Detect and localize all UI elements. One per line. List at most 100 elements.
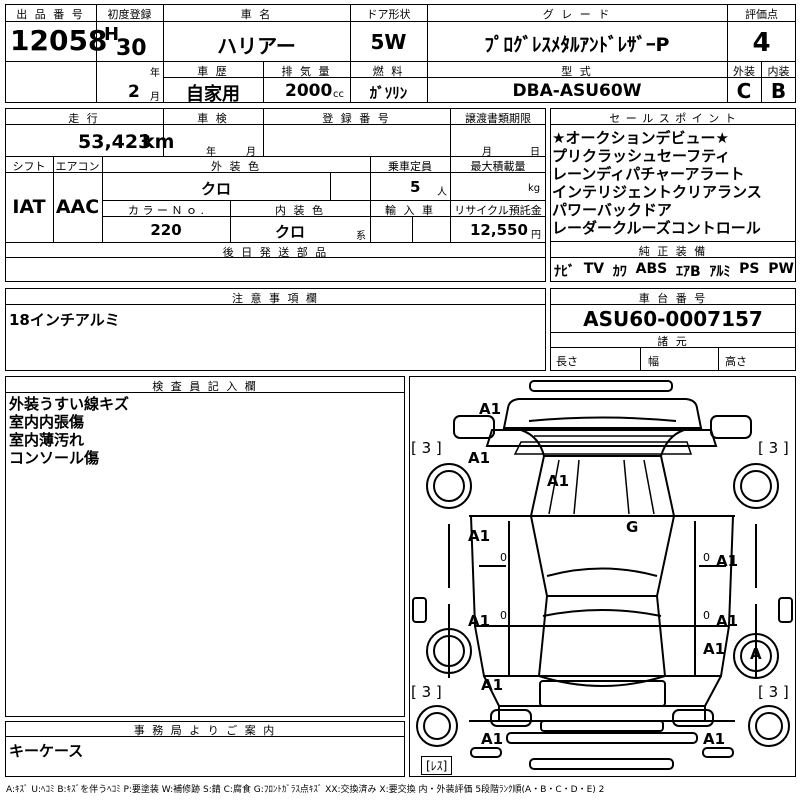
capacity-unit: 人 bbox=[437, 187, 447, 198]
max-load-label: 最大積載量 bbox=[470, 160, 526, 173]
sales-point: プリクラッシュセーフティ bbox=[552, 147, 731, 165]
displacement-label: 排 気 量 bbox=[281, 65, 332, 78]
door-label: ドア形状 bbox=[366, 8, 411, 21]
width-label: 幅 bbox=[648, 355, 659, 368]
exterior-grade: C bbox=[736, 79, 752, 103]
ext-color-label: 外 装 色 bbox=[211, 160, 261, 173]
equipment-leather: ｶﾜ bbox=[612, 264, 627, 280]
mileage-label: 走 行 bbox=[68, 112, 100, 125]
transfer-month-unit: 月 bbox=[482, 147, 492, 158]
score: 4 bbox=[752, 28, 771, 58]
office-text: キーケース bbox=[9, 742, 84, 760]
chassis-label: 車 台 番 号 bbox=[638, 292, 708, 305]
ac-label: エアコン bbox=[55, 160, 100, 173]
equipment-nav: ﾅﾋﾞ bbox=[554, 264, 575, 280]
reg-no-label: 登 録 番 号 bbox=[322, 112, 391, 125]
door-type: 5W bbox=[370, 30, 407, 54]
inspection-label: 車 検 bbox=[197, 112, 229, 125]
equipment-label: 純 正 装 備 bbox=[638, 245, 708, 258]
max-load-unit: kg bbox=[528, 183, 541, 194]
chassis-number: ASU60-0007157 bbox=[583, 307, 763, 331]
later-parts-label: 後 日 発 送 部 品 bbox=[222, 246, 329, 259]
sales-point: パワーバックドア bbox=[552, 201, 672, 219]
door-zero-mark: 0 bbox=[703, 609, 710, 622]
damage-mark: A1 bbox=[479, 400, 502, 418]
sales-point: ★オークションデビュー★ bbox=[552, 129, 729, 147]
damage-mark: A1 bbox=[468, 449, 491, 467]
fuel: ｶﾞｿﾘﾝ bbox=[369, 84, 408, 102]
int-color: クロ bbox=[274, 223, 305, 241]
equipment-tv: TV bbox=[583, 261, 605, 277]
int-color-label: 内 装 色 bbox=[275, 204, 325, 217]
damage-mark: A1 bbox=[703, 730, 726, 748]
damage-mark: A1 bbox=[716, 552, 739, 570]
model: DBA-ASU60W bbox=[512, 81, 642, 101]
transfer-day-unit: 日 bbox=[530, 147, 540, 158]
spec-label: 諸 元 bbox=[657, 335, 689, 348]
damage-mark: A1 bbox=[481, 730, 504, 748]
transfer-label: 譲渡書類期限 bbox=[465, 112, 531, 125]
tire-tread-label: [ 3 ] bbox=[758, 683, 789, 701]
car-name: ハリアー bbox=[217, 34, 296, 58]
grade: ﾌﾟﾛｸﾞﾚｽﾒﾀﾙｱﾝﾄﾞﾚｻﾞｰP bbox=[484, 34, 670, 56]
damage-mark: A1 bbox=[468, 527, 491, 545]
damage-mark: G bbox=[626, 518, 639, 536]
displacement: 2000 bbox=[285, 81, 333, 101]
displacement-unit: cc bbox=[333, 89, 344, 100]
legend: A:ｷｽﾞ U:ﾍｺﾐ B:ｷｽﾞを伴うﾍｺﾐ P:要塗装 W:補修跡 S:錆 … bbox=[6, 785, 605, 795]
inspector-label: 検 査 員 記 入 欄 bbox=[152, 380, 258, 393]
score-label: 評価点 bbox=[745, 8, 778, 21]
door-zero-mark: 0 bbox=[703, 551, 710, 564]
first-reg-month: 2 bbox=[128, 82, 140, 102]
length-label: 長さ bbox=[556, 355, 578, 368]
history: 自家用 bbox=[186, 84, 240, 105]
ac: AAC bbox=[55, 196, 100, 218]
first-reg-label: 初度登録 bbox=[107, 8, 152, 21]
notes-label: 注 意 事 項 欄 bbox=[232, 292, 319, 305]
shift: IAT bbox=[12, 196, 46, 218]
door-zero-mark: 0 bbox=[500, 609, 507, 622]
equipment-pw: PW bbox=[768, 261, 794, 277]
ext-color: クロ bbox=[200, 180, 231, 198]
capacity-label: 乗車定員 bbox=[388, 160, 432, 173]
car-diagram bbox=[412, 380, 793, 770]
notes-text: 18インチアルミ bbox=[9, 311, 120, 329]
capacity: 5 bbox=[410, 178, 421, 196]
mileage-unit: km bbox=[142, 131, 175, 153]
inspector-note: 室内内張傷 bbox=[9, 413, 85, 431]
equipment-airbag: ｴｱB bbox=[675, 264, 701, 280]
inspector-note: コンソール傷 bbox=[9, 449, 100, 467]
office-label: 事 務 局 よ り ご 案 内 bbox=[133, 724, 277, 737]
tire-tread-label: [ 3 ] bbox=[411, 683, 442, 701]
lot-no-label: 出 品 番 号 bbox=[16, 8, 85, 21]
shift-label: シフト bbox=[12, 160, 46, 173]
sales-point: レーダークルーズコントロール bbox=[552, 219, 761, 237]
year-unit: 年 bbox=[150, 68, 160, 79]
color-no: 220 bbox=[150, 221, 182, 239]
damage-mark: A1 bbox=[547, 472, 570, 490]
sales-point: レーンディパチャーアラート bbox=[552, 165, 745, 183]
inspection-month-unit: 月 bbox=[246, 147, 256, 158]
damage-mark: A1 bbox=[716, 612, 739, 630]
inspector-note: 室内薄汚れ bbox=[9, 431, 85, 449]
damage-mark: A bbox=[750, 645, 762, 663]
interior-label: 内装 bbox=[767, 65, 790, 78]
sales-point: インテリジェントクリアランス bbox=[552, 183, 762, 201]
recycle-unit: 円 bbox=[531, 230, 541, 241]
recycle-label: リサイクル預託金 bbox=[454, 204, 542, 217]
equipment-abs: ABS bbox=[635, 261, 668, 277]
lot-no: 12058 bbox=[10, 24, 108, 57]
inspector-note: 外装うすい線キズ bbox=[9, 395, 130, 413]
interior-grade: B bbox=[770, 79, 787, 103]
first-reg-year: 30 bbox=[116, 36, 147, 61]
damage-mark: A1 bbox=[703, 640, 726, 658]
damage-mark: A1 bbox=[481, 676, 504, 694]
equipment-list: ﾅﾋﾞ TV ｶﾜ ABS ｴｱB ｱﾙﾐ PS PW bbox=[554, 261, 794, 281]
inspection-year-unit: 年 bbox=[206, 147, 216, 158]
mileage: 53,423 bbox=[78, 131, 152, 153]
grade-label: グ レ ー ド bbox=[542, 8, 612, 21]
import-label: 輸 入 車 bbox=[385, 204, 435, 217]
exterior-label: 外装 bbox=[733, 65, 755, 78]
fuel-label: 燃 料 bbox=[372, 65, 405, 78]
equipment-alloy: ｱﾙﾐ bbox=[709, 264, 731, 280]
